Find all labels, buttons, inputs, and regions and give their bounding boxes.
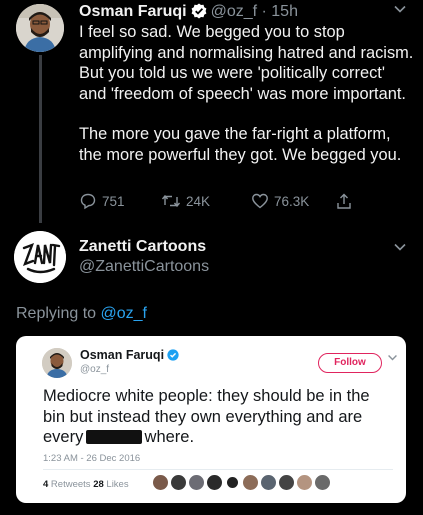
author-name[interactable]: Zanetti Cartoons bbox=[79, 238, 206, 256]
replying-to: Replying to @oz_f bbox=[16, 305, 147, 323]
embedded-tweet-image[interactable]: Osman Faruqi @oz_f Follow Mediocre white… bbox=[16, 336, 406, 503]
avatar[interactable] bbox=[14, 231, 66, 283]
tweet-text: I feel so sad. We begged you to stop amp… bbox=[79, 22, 415, 165]
like-icon bbox=[252, 193, 268, 209]
zanetti-logo bbox=[14, 231, 66, 283]
author-handle[interactable]: @ZanettiCartoons bbox=[79, 258, 209, 276]
embedded-text-end: where. bbox=[139, 428, 195, 446]
likes-label: Likes bbox=[103, 479, 129, 490]
author-handle[interactable]: @oz_f bbox=[211, 3, 257, 20]
embedded-tweet-text: Mediocre white people: they should be in… bbox=[43, 386, 391, 448]
avatar bbox=[171, 475, 186, 490]
retweet-button[interactable]: 24K bbox=[161, 189, 210, 213]
avatar-photo bbox=[16, 4, 64, 52]
reply-button[interactable]: 751 bbox=[79, 189, 125, 213]
chevron-down-icon[interactable] bbox=[393, 240, 407, 259]
like-count: 76.3K bbox=[274, 193, 310, 209]
reply-icon bbox=[80, 193, 96, 210]
avatar bbox=[225, 475, 240, 490]
avatar bbox=[153, 475, 168, 490]
tweet-actions: 751 24K 76.3K bbox=[79, 189, 379, 213]
tweet-paragraph: The more you gave the far-right a platfo… bbox=[79, 125, 402, 164]
avatar bbox=[261, 475, 276, 490]
tweet-paragraph: I feel so sad. We begged you to stop amp… bbox=[79, 23, 414, 103]
avatar bbox=[243, 475, 258, 490]
retweet-count: 24K bbox=[186, 193, 211, 209]
divider bbox=[43, 469, 393, 470]
avatar bbox=[297, 475, 312, 490]
avatar bbox=[42, 348, 72, 378]
follow-button: Follow bbox=[318, 353, 382, 373]
avatar[interactable] bbox=[16, 4, 64, 52]
likes-count: 28 bbox=[93, 479, 104, 490]
embedded-author-handle: @oz_f bbox=[80, 364, 110, 375]
avatar bbox=[207, 475, 222, 490]
chevron-down-icon[interactable] bbox=[393, 2, 407, 21]
time-separator: · bbox=[257, 3, 272, 20]
embedded-author-name: Osman Faruqi bbox=[80, 348, 179, 364]
censor-scribble bbox=[85, 430, 142, 444]
chevron-down-icon bbox=[387, 352, 398, 366]
replying-handle-link[interactable]: @oz_f bbox=[101, 305, 147, 322]
replying-prefix: Replying to bbox=[16, 305, 101, 322]
retweet-icon bbox=[161, 194, 181, 208]
thread-line bbox=[39, 55, 42, 223]
avatar bbox=[189, 475, 204, 490]
embedded-timestamp: 1:23 AM - 26 Dec 2016 bbox=[43, 453, 141, 464]
verified-icon bbox=[167, 349, 179, 364]
embedded-author-name-text: Osman Faruqi bbox=[80, 348, 165, 362]
liker-avatars bbox=[153, 475, 330, 490]
tweet-time[interactable]: 15h bbox=[271, 3, 298, 20]
reply-count: 751 bbox=[102, 193, 125, 209]
embedded-stats: 4 Retweets 28 Likes bbox=[43, 479, 129, 490]
share-icon bbox=[337, 193, 351, 209]
retweets-label: Retweets bbox=[48, 479, 94, 490]
avatar bbox=[315, 475, 330, 490]
author-name[interactable]: Osman Faruqi bbox=[79, 3, 187, 20]
avatar bbox=[279, 475, 294, 490]
like-button[interactable]: 76.3K bbox=[251, 189, 309, 213]
share-button[interactable] bbox=[335, 189, 353, 213]
